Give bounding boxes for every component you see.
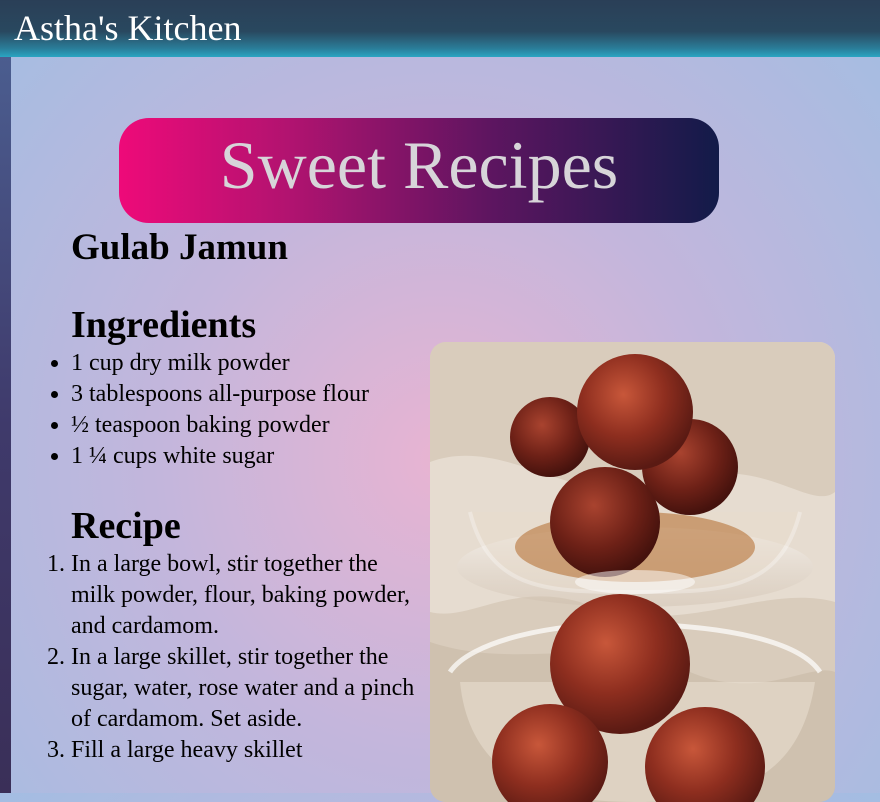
ingredients-list: 1 cup dry milk powder 3 tablespoons all-… bbox=[71, 348, 421, 472]
site-title[interactable]: Astha's Kitchen bbox=[14, 8, 241, 48]
photo-illustration bbox=[430, 342, 835, 802]
ingredient-item: 1 cup dry milk powder bbox=[71, 348, 421, 379]
recipe-step: In a large skillet, stir together the su… bbox=[71, 642, 421, 735]
ingredient-item: 1 ¼ cups white sugar bbox=[71, 441, 421, 472]
page-banner: Sweet Recipes bbox=[119, 118, 719, 223]
ingredient-item: ½ teaspoon baking powder bbox=[71, 410, 421, 441]
banner-title: Sweet Recipes bbox=[219, 126, 619, 203]
ingredients-heading: Ingredients bbox=[71, 304, 257, 346]
top-bar: Astha's Kitchen bbox=[0, 0, 880, 57]
recipe-heading: Recipe bbox=[71, 505, 181, 547]
recipe-steps-list: In a large bowl, stir together the milk … bbox=[71, 549, 421, 766]
recipe-name: Gulab Jamun bbox=[71, 227, 288, 268]
gulab-jamun-photo bbox=[430, 342, 835, 802]
recipe-step: In a large bowl, stir together the milk … bbox=[71, 549, 421, 642]
recipe-step: Fill a large heavy skillet bbox=[71, 735, 421, 766]
ingredient-item: 3 tablespoons all-purpose flour bbox=[71, 379, 421, 410]
sidebar-strip bbox=[0, 57, 11, 793]
